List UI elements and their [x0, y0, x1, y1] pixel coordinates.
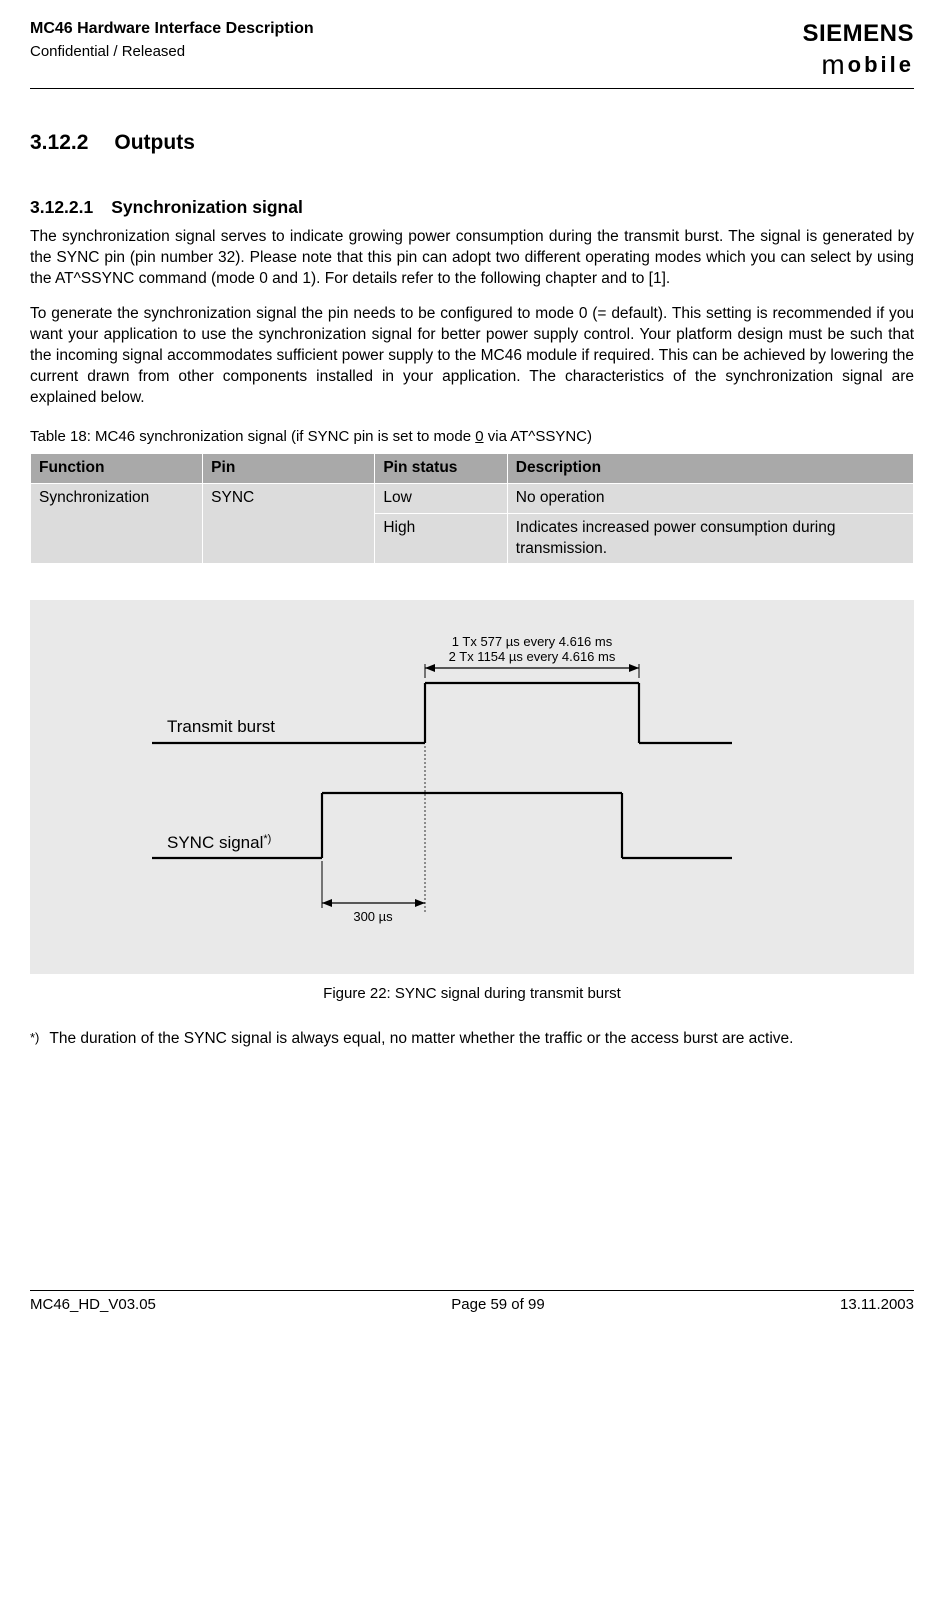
td-desc-high: Indicates increased power consumption du…	[507, 513, 913, 564]
sync-table: Function Pin Pin status Description Sync…	[30, 453, 914, 565]
table-caption-mode: 0	[475, 428, 483, 445]
footer-center: Page 59 of 99	[451, 1295, 544, 1315]
th-status: Pin status	[375, 453, 507, 483]
footnote: *) The duration of the SYNC signal is al…	[30, 1029, 914, 1050]
timing-text-2: 2 Tx 1154 µs every 4.616 ms	[449, 649, 616, 664]
logo-mobile-m: m	[821, 49, 847, 80]
doc-title: MC46 Hardware Interface Description	[30, 18, 314, 40]
figure-caption: Figure 22: SYNC signal during transmit b…	[30, 984, 914, 1004]
figure-container: 1 Tx 577 µs every 4.616 ms 2 Tx 1154 µs …	[30, 600, 914, 974]
label-delay: 300 µs	[353, 909, 393, 924]
footnote-text: The duration of the SYNC signal is alway…	[49, 1029, 914, 1050]
doc-status: Confidential / Released	[30, 42, 314, 62]
th-function: Function	[31, 453, 203, 483]
table-row: Synchronization SYNC Low No operation	[31, 483, 914, 513]
footer-left: MC46_HD_V03.05	[30, 1295, 156, 1315]
timing-diagram: 1 Tx 577 µs every 4.616 ms 2 Tx 1154 µs …	[122, 628, 822, 938]
timing-text-1: 1 Tx 577 µs every 4.616 ms	[452, 634, 613, 649]
table-header-row: Function Pin Pin status Description	[31, 453, 914, 483]
footnote-marker: *)	[30, 1029, 39, 1050]
td-pin: SYNC	[203, 483, 375, 564]
page-header: MC46 Hardware Interface Description Conf…	[30, 18, 914, 89]
td-function: Synchronization	[31, 483, 203, 564]
table-caption-post: via AT^SSYNC)	[484, 428, 592, 445]
label-sync-signal: SYNC signal*)	[167, 833, 271, 852]
label-transmit-burst: Transmit burst	[167, 717, 275, 736]
table-caption-pre: Table 18: MC46 synchronization signal (i…	[30, 428, 475, 445]
section-title: Outputs	[114, 131, 194, 154]
logo-mobile-rest: obile	[848, 52, 914, 77]
td-status-high: High	[375, 513, 507, 564]
footer-right: 13.11.2003	[840, 1295, 914, 1315]
th-pin: Pin	[203, 453, 375, 483]
page-footer: MC46_HD_V03.05 Page 59 of 99 13.11.2003	[30, 1290, 914, 1315]
td-desc-low: No operation	[507, 483, 913, 513]
section-number: 3.12.2	[30, 129, 88, 157]
td-status-low: Low	[375, 483, 507, 513]
header-left: MC46 Hardware Interface Description Conf…	[30, 18, 314, 62]
paragraph-1: The synchronization signal serves to ind…	[30, 227, 914, 290]
subsection-number: 3.12.2.1	[30, 196, 93, 220]
paragraph-2: To generate the synchronization signal t…	[30, 304, 914, 409]
section-heading: 3.12.2 Outputs	[30, 129, 914, 157]
subsection-heading: 3.12.2.1 Synchronization signal	[30, 196, 914, 220]
table-caption: Table 18: MC46 synchronization signal (i…	[30, 427, 914, 447]
logo: SIEMENS mobile	[802, 18, 914, 84]
logo-mobile: mobile	[802, 46, 914, 84]
th-description: Description	[507, 453, 913, 483]
subsection-title: Synchronization signal	[111, 197, 303, 217]
